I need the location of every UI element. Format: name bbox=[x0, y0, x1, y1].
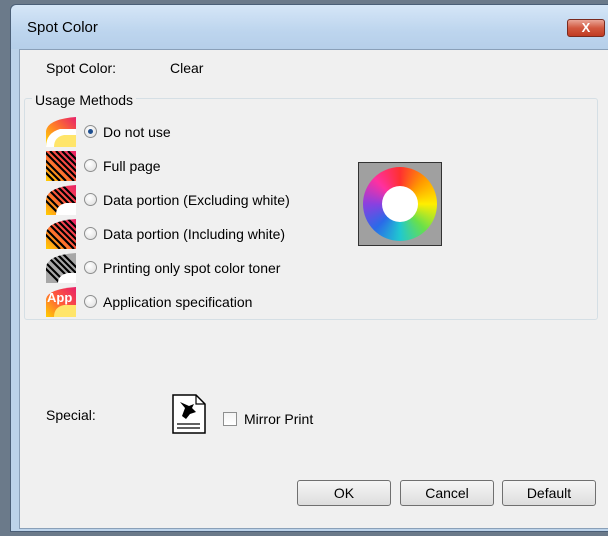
spot-color-value: Clear bbox=[170, 60, 204, 76]
radio-data-including-white[interactable] bbox=[84, 227, 97, 240]
label-data-including-white[interactable]: Data portion (Including white) bbox=[103, 226, 285, 242]
application-spec-icon: App bbox=[46, 287, 76, 317]
label-do-not-use[interactable]: Do not use bbox=[103, 124, 171, 140]
full-page-icon bbox=[46, 151, 76, 181]
data-including-white-icon bbox=[46, 219, 76, 249]
cancel-button[interactable]: Cancel bbox=[400, 480, 494, 506]
radio-application-spec[interactable] bbox=[84, 295, 97, 308]
mirror-print-checkbox[interactable] bbox=[223, 412, 237, 426]
color-wheel-center bbox=[382, 186, 418, 222]
mirror-print-label[interactable]: Mirror Print bbox=[244, 411, 313, 427]
radio-spot-toner-only[interactable] bbox=[84, 261, 97, 274]
mirror-print-document-icon bbox=[172, 394, 206, 434]
label-full-page[interactable]: Full page bbox=[103, 158, 161, 174]
spot-toner-only-icon bbox=[46, 253, 76, 283]
label-spot-toner-only[interactable]: Printing only spot color toner bbox=[103, 260, 280, 276]
special-label: Special: bbox=[46, 407, 96, 423]
radio-full-page[interactable] bbox=[84, 159, 97, 172]
dialog-title: Spot Color bbox=[27, 19, 98, 36]
radio-do-not-use[interactable] bbox=[84, 125, 97, 138]
radio-data-excluding-white[interactable] bbox=[84, 193, 97, 206]
default-button[interactable]: Default bbox=[502, 480, 596, 506]
usage-methods-title: Usage Methods bbox=[32, 92, 137, 108]
spot-color-preview bbox=[358, 162, 442, 246]
spot-color-label: Spot Color: bbox=[46, 60, 117, 76]
spot-color-none-icon bbox=[46, 117, 76, 147]
ok-button[interactable]: OK bbox=[297, 480, 391, 506]
data-excluding-white-icon bbox=[46, 185, 76, 215]
app-icon-text: App bbox=[47, 290, 72, 305]
label-data-excluding-white[interactable]: Data portion (Excluding white) bbox=[103, 192, 290, 208]
title-bar[interactable]: Spot Color X bbox=[11, 5, 608, 49]
close-button[interactable]: X bbox=[567, 19, 605, 37]
label-application-spec[interactable]: Application specification bbox=[103, 294, 252, 310]
